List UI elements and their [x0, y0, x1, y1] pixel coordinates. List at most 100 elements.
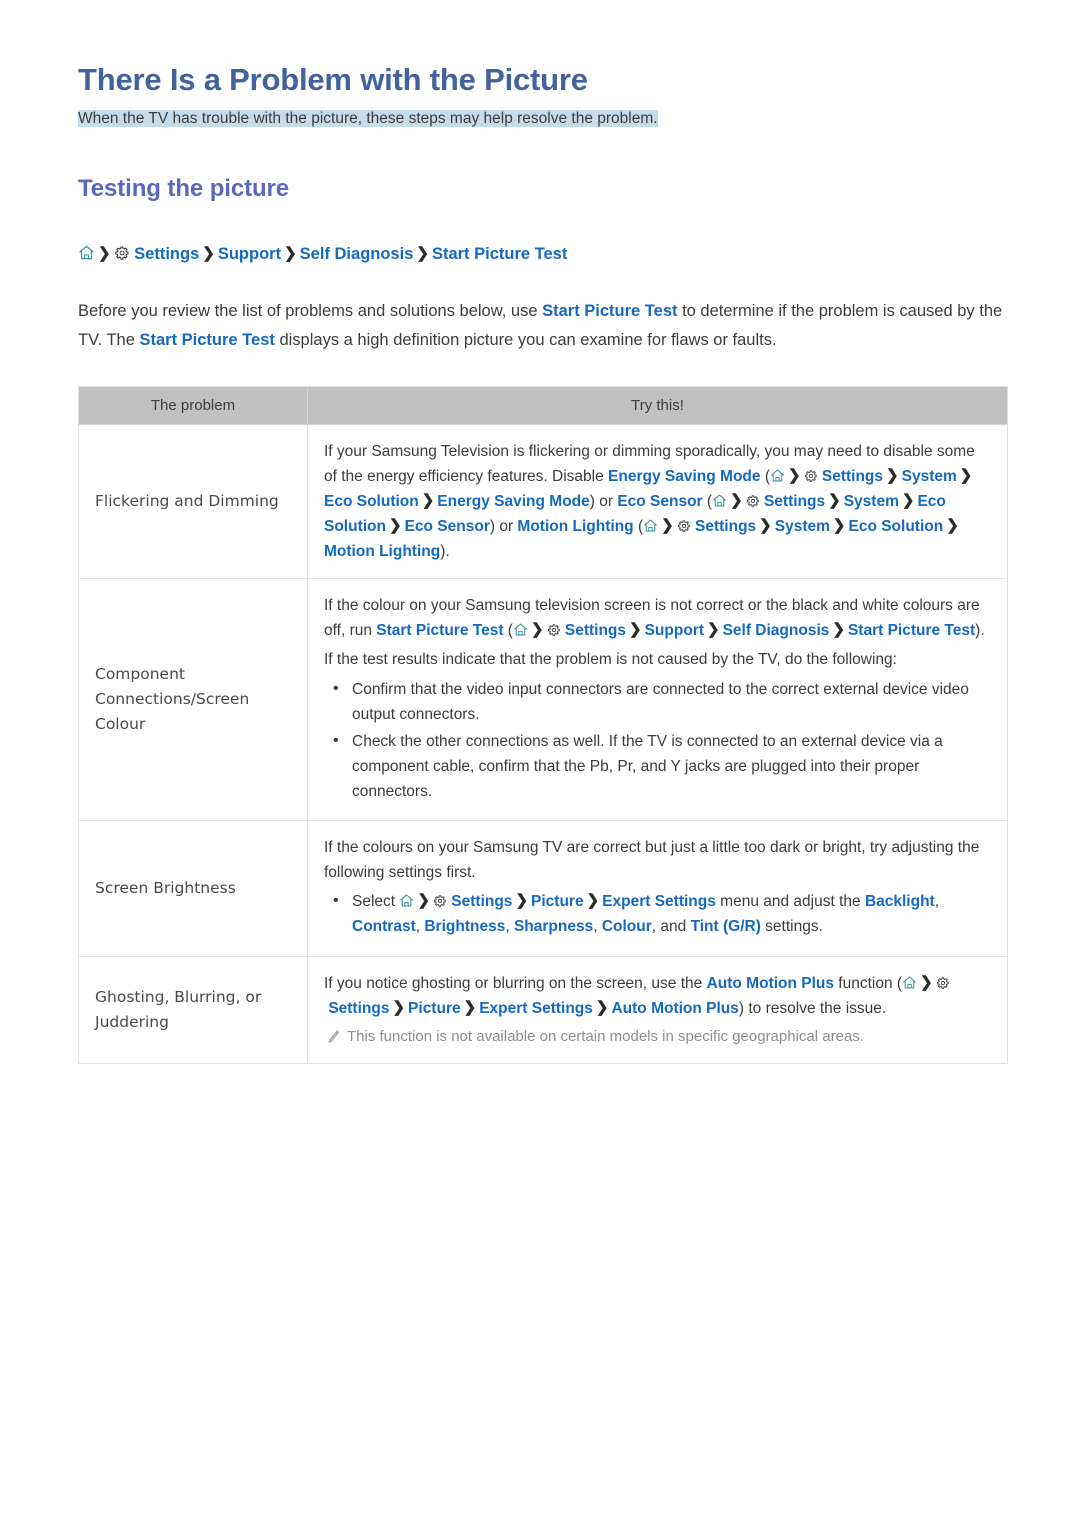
- chevron-right-icon: ❯: [832, 517, 846, 535]
- gear-icon[interactable]: [114, 245, 130, 261]
- table-row: Component Connections/Screen Colour If t…: [78, 578, 1008, 821]
- link-settings[interactable]: Settings: [764, 493, 825, 510]
- chevron-right-icon: ❯: [421, 491, 435, 509]
- link-energy-saving-mode[interactable]: Energy Saving Mode: [608, 468, 760, 485]
- chevron-right-icon: ❯: [730, 491, 743, 509]
- table-header-row: The problem Try this!: [78, 386, 1008, 425]
- link-support[interactable]: Support: [645, 622, 704, 639]
- chevron-right-icon: ❯: [828, 491, 841, 509]
- section-title: Testing the picture: [78, 174, 290, 202]
- home-icon[interactable]: [643, 518, 658, 533]
- home-icon[interactable]: [78, 244, 95, 261]
- link-eco-solution[interactable]: Eco Solution: [848, 518, 943, 535]
- link-motion-lighting[interactable]: Motion Lighting: [324, 543, 440, 560]
- problem-label-component-connections: Component Connections/Screen Colour: [78, 578, 308, 821]
- chevron-right-icon: ❯: [463, 998, 477, 1016]
- chevron-right-icon: ❯: [886, 466, 899, 484]
- link-energy-saving-mode[interactable]: Energy Saving Mode: [437, 493, 589, 510]
- home-icon[interactable]: [902, 975, 917, 990]
- link-start-picture-test[interactable]: Start Picture Test: [848, 622, 975, 639]
- link-sharpness[interactable]: Sharpness: [514, 918, 593, 935]
- intro-text-3: displays a high definition picture you c…: [274, 331, 777, 350]
- link-colour[interactable]: Colour: [602, 918, 652, 935]
- table-row: Flickering and Dimming If your Samsung T…: [78, 423, 1008, 579]
- link-settings[interactable]: Settings: [451, 893, 512, 910]
- table-header-problem: The problem: [78, 386, 308, 425]
- page-subtitle: When the TV has trouble with the picture…: [78, 109, 658, 127]
- link-settings[interactable]: Settings: [695, 518, 756, 535]
- list-item: Select ❯ Settings❯Picture❯Expert Setting…: [333, 888, 991, 939]
- gear-icon[interactable]: [746, 494, 760, 508]
- solution-paragraph: If you notice ghosting or blurring on th…: [324, 971, 991, 1021]
- list-item: Check the other connections as well. If …: [333, 728, 991, 804]
- link-start-picture-test[interactable]: Start Picture Test: [376, 622, 503, 639]
- link-start-picture-test[interactable]: Start Picture Test: [542, 302, 677, 320]
- link-eco-solution[interactable]: Eco Solution: [324, 493, 419, 510]
- chevron-right-icon: ❯: [661, 517, 674, 535]
- problem-label-screen-brightness: Screen Brightness: [78, 820, 308, 957]
- text-run: function (: [834, 974, 903, 992]
- home-icon[interactable]: [770, 468, 785, 483]
- solution-paragraph: If the colour on your Samsung television…: [324, 593, 991, 643]
- gear-icon[interactable]: [547, 623, 561, 637]
- chevron-right-icon: ❯: [707, 621, 720, 639]
- text-run: ) to resolve the issue.: [738, 999, 887, 1017]
- solution-screen-brightness: If the colours on your Samsung TV are co…: [307, 820, 1008, 957]
- problem-solution-table: The problem Try this! Flickering and Dim…: [78, 385, 1008, 1065]
- breadcrumb-separator: ❯: [98, 244, 111, 262]
- gear-icon[interactable]: [677, 519, 691, 533]
- home-icon[interactable]: [513, 622, 528, 637]
- chevron-right-icon: ❯: [832, 621, 845, 639]
- chevron-right-icon: ❯: [530, 621, 544, 639]
- link-system[interactable]: System: [775, 518, 830, 535]
- link-brightness[interactable]: Brightness: [424, 918, 505, 935]
- link-tint[interactable]: Tint (G/R): [691, 918, 761, 935]
- breadcrumb-item-settings[interactable]: Settings: [134, 245, 199, 263]
- problem-label-ghosting: Ghosting, Blurring, or Juddering: [78, 955, 308, 1064]
- link-settings[interactable]: Settings: [565, 622, 626, 639]
- solution-paragraph: If the test results indicate that the pr…: [324, 651, 897, 669]
- chevron-right-icon: ❯: [901, 491, 915, 509]
- gear-icon[interactable]: [936, 976, 950, 990]
- chevron-right-icon: ❯: [515, 892, 529, 910]
- link-expert-settings[interactable]: Expert Settings: [602, 893, 716, 910]
- chevron-right-icon: ❯: [629, 621, 642, 639]
- pencil-icon: [326, 1029, 341, 1044]
- chevron-right-icon: ❯: [920, 973, 933, 991]
- link-eco-sensor[interactable]: Eco Sensor: [405, 518, 490, 535]
- link-start-picture-test[interactable]: Start Picture Test: [139, 331, 274, 349]
- list-item: Confirm that the video input connectors …: [333, 676, 991, 727]
- intro-text-1: Before you review the list of problems a…: [78, 301, 543, 320]
- link-motion-lighting[interactable]: Motion Lighting: [517, 518, 633, 535]
- breadcrumb-item-support[interactable]: Support: [218, 245, 281, 263]
- breadcrumb: ❯ Settings ❯ Support ❯ Self Diagnosis ❯ Start …: [78, 241, 1005, 267]
- link-expert-settings[interactable]: Expert Settings: [479, 1000, 593, 1017]
- text-run: ) or: [589, 492, 618, 510]
- text-run: , and: [651, 918, 691, 936]
- gear-icon[interactable]: [804, 469, 818, 483]
- breadcrumb-item-self-diagnosis[interactable]: Self Diagnosis: [300, 245, 414, 263]
- link-picture[interactable]: Picture: [531, 893, 584, 910]
- chevron-right-icon: ❯: [787, 466, 801, 484]
- link-system[interactable]: System: [844, 493, 899, 510]
- solution-component-connections: If the colour on your Samsung television…: [307, 578, 1008, 821]
- link-eco-sensor[interactable]: Eco Sensor: [617, 493, 702, 510]
- link-picture[interactable]: Picture: [408, 1000, 461, 1017]
- home-icon[interactable]: [399, 893, 414, 908]
- link-auto-motion-plus[interactable]: Auto Motion Plus: [707, 975, 834, 992]
- solution-paragraph: If your Samsung Television is flickering…: [324, 439, 991, 565]
- link-contrast[interactable]: Contrast: [352, 918, 416, 935]
- home-icon[interactable]: [712, 493, 727, 508]
- link-backlight[interactable]: Backlight: [865, 893, 935, 910]
- gear-icon[interactable]: [433, 894, 447, 908]
- link-settings[interactable]: Settings: [822, 468, 883, 485]
- breadcrumb-item-start-picture-test[interactable]: Start Picture Test: [432, 245, 567, 263]
- chevron-right-icon: ❯: [586, 892, 600, 910]
- solution-flickering: If your Samsung Television is flickering…: [307, 423, 1008, 579]
- link-self-diagnosis[interactable]: Self Diagnosis: [723, 622, 830, 639]
- link-settings[interactable]: Settings: [328, 1000, 389, 1017]
- chevron-right-icon: ❯: [946, 517, 959, 535]
- link-system[interactable]: System: [902, 468, 957, 485]
- link-auto-motion-plus[interactable]: Auto Motion Plus: [611, 1000, 738, 1017]
- problem-label-flickering: Flickering and Dimming: [78, 423, 308, 579]
